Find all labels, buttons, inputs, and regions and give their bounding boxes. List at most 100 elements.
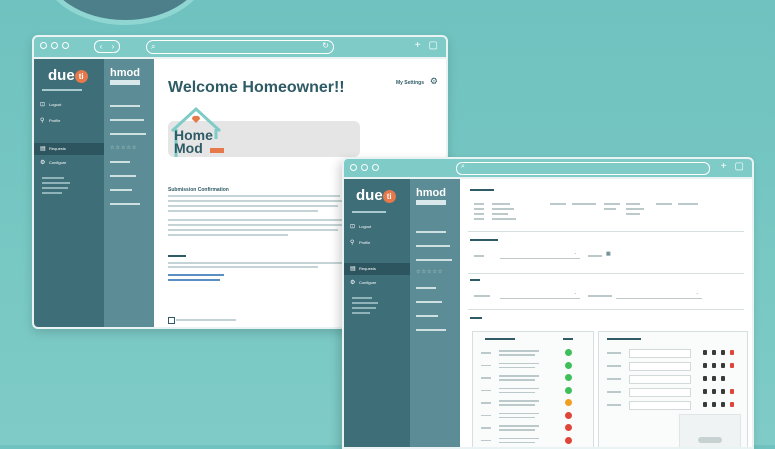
download-icon[interactable] xyxy=(721,389,725,394)
delete-icon[interactable] xyxy=(730,402,734,407)
view-icon[interactable] xyxy=(703,376,707,381)
menu-line[interactable] xyxy=(416,315,438,317)
sub-link[interactable] xyxy=(352,302,378,304)
back-icon[interactable]: ‹ xyxy=(95,41,107,52)
maximize-dot[interactable] xyxy=(62,42,69,49)
sidebar-item-requests[interactable]: ▤ Requests xyxy=(34,143,104,155)
agree-checkbox[interactable] xyxy=(168,317,175,324)
select-field[interactable] xyxy=(616,289,702,299)
maximize-dot[interactable] xyxy=(372,164,379,171)
logout-icon: ⊡ xyxy=(350,224,356,230)
view-icon[interactable] xyxy=(703,389,707,394)
action-row[interactable] xyxy=(599,374,747,384)
menu-line[interactable] xyxy=(110,203,140,205)
select-field[interactable] xyxy=(500,249,580,259)
rating-stars[interactable]: ☆☆☆☆☆ xyxy=(110,145,137,151)
edit-icon[interactable] xyxy=(712,363,716,368)
select-field[interactable] xyxy=(500,289,580,299)
status-row[interactable] xyxy=(473,423,593,433)
address-bar[interactable]: ⌕ ↻ xyxy=(146,40,334,54)
minimize-dot[interactable] xyxy=(51,42,58,49)
view-icon[interactable] xyxy=(703,363,707,368)
menu-line[interactable] xyxy=(416,329,446,331)
menu-line[interactable] xyxy=(110,175,136,177)
download-icon[interactable] xyxy=(721,402,725,407)
sidebar-item-profile[interactable]: ⚲ Profile xyxy=(350,237,408,249)
menu-line[interactable] xyxy=(416,231,446,233)
action-row[interactable] xyxy=(599,348,747,358)
row-input[interactable] xyxy=(629,388,691,397)
sidebar-item-configure[interactable]: ⚙ Configure xyxy=(40,157,98,169)
menu-line[interactable] xyxy=(416,245,450,247)
sub-link[interactable] xyxy=(42,192,62,194)
rating-stars[interactable]: ☆☆☆☆☆ xyxy=(416,269,443,275)
action-row[interactable] xyxy=(599,387,747,397)
status-row[interactable] xyxy=(473,411,593,421)
sidebar-item-logout[interactable]: ⊡ Logout xyxy=(40,99,98,111)
menu-line[interactable] xyxy=(110,161,130,163)
sidebar-item-logout[interactable]: ⊡ Logout xyxy=(350,221,408,233)
delete-icon[interactable] xyxy=(730,350,734,355)
menu-line[interactable] xyxy=(110,105,140,107)
calendar-icon[interactable]: ▦ xyxy=(606,251,611,257)
row-input[interactable] xyxy=(629,362,691,371)
sidebar-item-profile[interactable]: ⚲ Profile xyxy=(40,115,98,127)
address-bar[interactable]: ⌕ xyxy=(456,162,710,175)
sub-link[interactable] xyxy=(352,312,370,314)
action-row[interactable] xyxy=(599,400,747,410)
action-row[interactable] xyxy=(599,361,747,371)
edit-icon[interactable] xyxy=(712,389,716,394)
sidebar-item-configure[interactable]: ⚙ Configure xyxy=(350,277,408,289)
menu-line[interactable] xyxy=(110,133,146,135)
download-icon[interactable] xyxy=(721,376,725,381)
sub-link[interactable] xyxy=(42,182,70,184)
menu-line[interactable] xyxy=(416,287,436,289)
download-icon[interactable] xyxy=(721,350,725,355)
link[interactable] xyxy=(168,279,220,281)
status-row[interactable] xyxy=(473,373,593,383)
back-button[interactable] xyxy=(168,328,190,329)
new-tab-icon[interactable]: + xyxy=(415,40,421,51)
sub-link[interactable] xyxy=(352,307,376,309)
reload-icon[interactable]: ↻ xyxy=(322,41,329,50)
close-dot[interactable] xyxy=(40,42,47,49)
link[interactable] xyxy=(168,274,224,276)
edit-icon[interactable] xyxy=(712,350,716,355)
delete-icon[interactable] xyxy=(730,389,734,394)
upload-box[interactable] xyxy=(679,414,741,447)
submit-button[interactable] xyxy=(194,328,238,329)
secondary-sidebar: hmod ☆☆☆☆☆ xyxy=(104,59,154,327)
status-row[interactable] xyxy=(473,361,593,371)
chevron-down-icon: ⌄ xyxy=(574,251,577,255)
my-settings-link[interactable]: My Settings xyxy=(396,80,424,86)
row-input[interactable] xyxy=(629,349,691,358)
tabs-icon[interactable]: ▢ xyxy=(429,40,438,51)
delete-icon[interactable] xyxy=(730,363,734,368)
edit-icon[interactable] xyxy=(712,402,716,407)
download-icon[interactable] xyxy=(721,363,725,368)
close-dot[interactable] xyxy=(350,164,357,171)
tabs-icon[interactable]: ▢ xyxy=(735,161,744,172)
upload-button[interactable] xyxy=(698,437,722,443)
status-row[interactable] xyxy=(473,386,593,396)
sub-link[interactable] xyxy=(352,297,372,299)
menu-line[interactable] xyxy=(416,301,442,303)
view-icon[interactable] xyxy=(703,350,707,355)
status-row[interactable] xyxy=(473,436,593,446)
menu-line[interactable] xyxy=(416,259,452,261)
edit-icon[interactable] xyxy=(712,376,716,381)
forward-icon[interactable]: › xyxy=(107,41,119,52)
row-input[interactable] xyxy=(629,401,691,410)
new-tab-icon[interactable]: + xyxy=(721,161,727,172)
menu-line[interactable] xyxy=(110,189,132,191)
sub-link[interactable] xyxy=(42,187,68,189)
status-row[interactable] xyxy=(473,398,593,408)
status-row[interactable] xyxy=(473,348,593,358)
row-input[interactable] xyxy=(629,375,691,384)
sub-link[interactable] xyxy=(42,177,64,179)
menu-line[interactable] xyxy=(110,119,144,121)
minimize-dot[interactable] xyxy=(361,164,368,171)
gear-icon[interactable]: ⚙ xyxy=(430,76,438,87)
sidebar-item-requests[interactable]: ▤ Requests xyxy=(344,263,410,275)
view-icon[interactable] xyxy=(703,402,707,407)
